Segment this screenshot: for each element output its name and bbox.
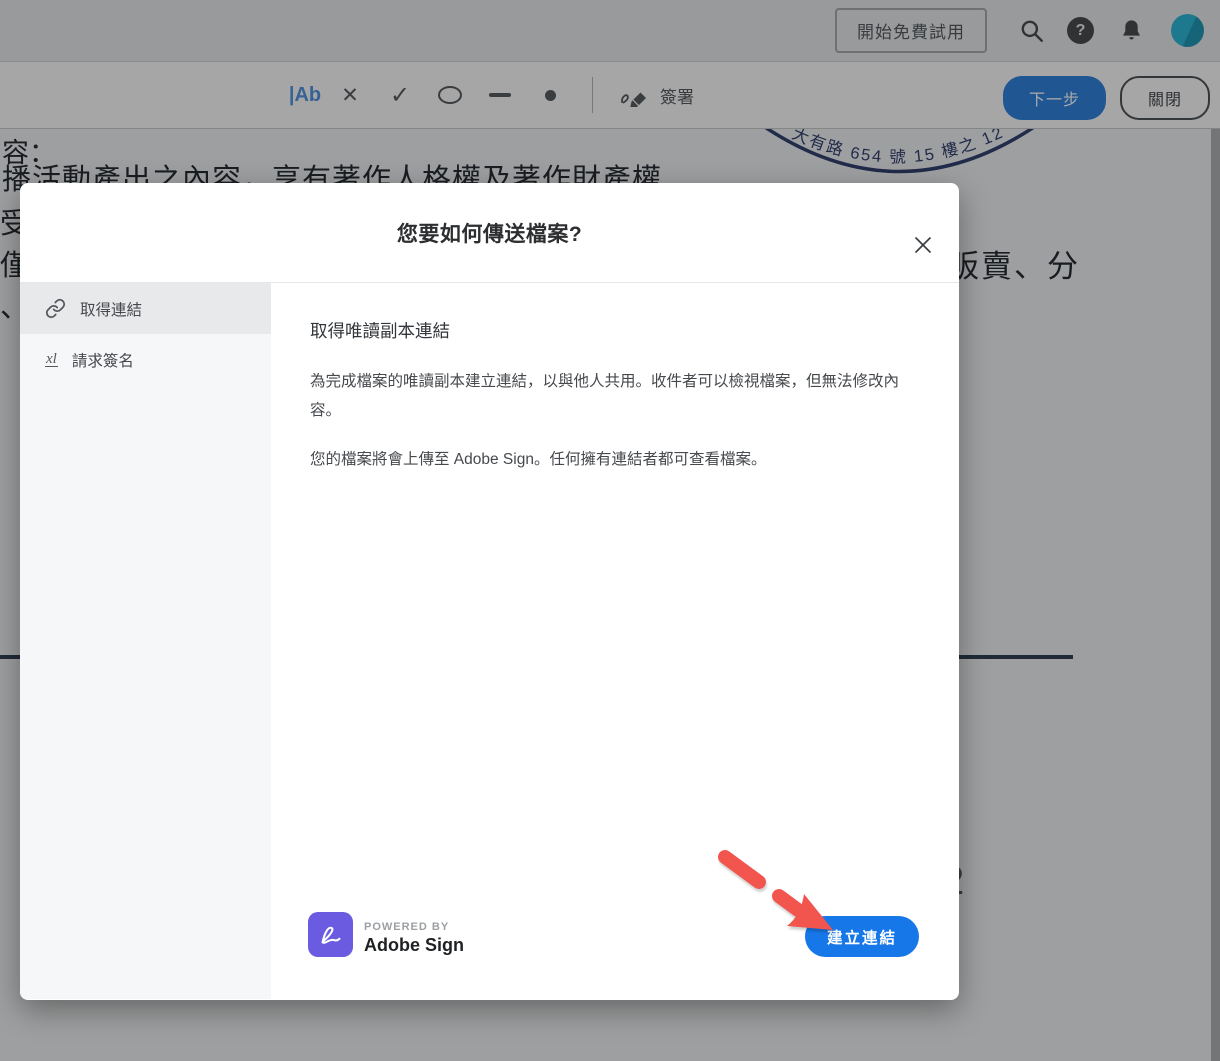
signature-icon: xl — [45, 352, 58, 367]
brand-name: Adobe Sign — [364, 935, 464, 956]
dialog-sidebar: 取得連結 xl 請求簽名 — [20, 283, 271, 999]
dialog-header: 您要如何傳送檔案? — [20, 183, 959, 283]
content-paragraph: 您的檔案將會上傳至 Adobe Sign。任何擁有連結者都可查看檔案。 — [310, 445, 912, 474]
sidebar-item-get-link[interactable]: 取得連結 — [20, 283, 271, 334]
sidebar-item-label: 取得連結 — [80, 298, 142, 320]
brand-text: POWERED BY Adobe Sign — [364, 921, 464, 957]
content-heading: 取得唯讀副本連結 — [310, 318, 919, 343]
powered-by-block: POWERED BY Adobe Sign — [308, 912, 464, 957]
link-icon — [45, 298, 66, 319]
sidebar-item-request-signature[interactable]: xl 請求簽名 — [20, 334, 271, 385]
content-paragraph: 為完成檔案的唯讀副本建立連結，以與他人共用。收件者可以檢視檔案，但無法修改內容。 — [310, 367, 912, 425]
adobe-sign-logo-icon — [308, 912, 353, 957]
dialog-content: 取得唯讀副本連結 為完成檔案的唯讀副本建立連結，以與他人共用。收件者可以檢視檔案… — [271, 283, 959, 999]
sidebar-item-label: 請求簽名 — [72, 349, 134, 371]
screen: 開始免費試用 ? |Ab ✕ ✓ — [0, 0, 1220, 1061]
powered-by-label: POWERED BY — [364, 921, 464, 933]
close-icon[interactable] — [912, 234, 934, 256]
pointer-arrow — [703, 843, 848, 938]
dialog-title: 您要如何傳送檔案? — [397, 218, 582, 248]
